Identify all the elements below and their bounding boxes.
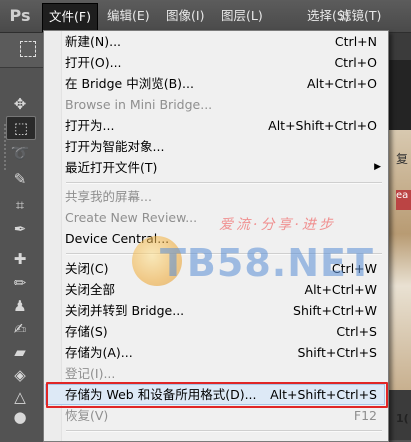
menu-item-label: 打开(O)... [65, 55, 122, 70]
menu-item-label: 打开为... [65, 118, 115, 133]
menu-item-share-my-screen[interactable]: 共享我的屏幕... [45, 186, 385, 207]
menu-item-revert[interactable]: 恢复(V) F12 [45, 405, 385, 426]
menu-item-shortcut: Ctrl+O [334, 55, 377, 70]
dodge-tool-icon[interactable]: ● [6, 406, 34, 428]
move-tool-icon[interactable]: ✥ [6, 93, 34, 115]
menu-item-shortcut: Shift+Ctrl+W [293, 303, 377, 318]
menu-item-save-as[interactable]: 存储为(A)... Shift+Ctrl+S [45, 342, 385, 363]
menu-item-label: 恢复(V) [65, 408, 109, 423]
menu-item-shortcut: Alt+Shift+Ctrl+O [268, 118, 377, 133]
watermark-slogan: 爱流·分享·进步 [219, 217, 336, 233]
clone-stamp-tool-icon[interactable]: ♟ [6, 295, 34, 317]
menu-item-label: 打开为智能对象... [65, 139, 165, 154]
menu-item-label: 在 Bridge 中浏览(B)... [65, 76, 194, 91]
menubar: Ps 文件(F) 编辑(E) 图像(I) 图层(L) 选择(S) 滤镜(T) [0, 0, 411, 33]
menu-item-open-recent[interactable]: 最近打开文件(T) ▶ [45, 157, 385, 178]
marquee-tool-icon[interactable]: ⬚ [6, 116, 36, 140]
menu-item-save[interactable]: 存储(S) Ctrl+S [45, 321, 385, 342]
menu-item-shortcut: F12 [353, 408, 377, 423]
brush-tool-icon[interactable]: ✏ [6, 272, 34, 294]
canvas-image-text: 复 [396, 152, 409, 166]
menu-item-shortcut: Shift+Ctrl+S [297, 345, 377, 360]
menu-layer[interactable]: 图层(L) [215, 4, 269, 28]
file-menu-dropdown: 新建(N)... Ctrl+N 打开(O)... Ctrl+O 在 Bridge… [43, 30, 389, 442]
menu-item-label: 关闭全部 [65, 282, 116, 297]
menu-item-open[interactable]: 打开(O)... Ctrl+O [45, 52, 385, 73]
menu-separator [66, 182, 382, 184]
menu-item-label: 存储为(A)... [65, 345, 133, 360]
menu-item-label: 关闭(C) [65, 261, 109, 276]
marquee-option-icon[interactable] [20, 41, 36, 57]
menu-item-browse-in-bridge[interactable]: 在 Bridge 中浏览(B)... Alt+Ctrl+O [45, 73, 385, 94]
menu-item-shortcut: Ctrl+S [336, 324, 377, 339]
menu-item-browse-mini-bridge[interactable]: Browse in Mini Bridge... [45, 94, 385, 115]
canvas-image-bottom-text: 1( [396, 412, 409, 425]
menu-item-label: 关闭并转到 Bridge... [65, 303, 185, 318]
menu-item-check-in[interactable]: 登记(I)... [45, 363, 385, 384]
healing-brush-tool-icon[interactable]: ✚ [6, 248, 34, 270]
blur-tool-icon[interactable]: △ [6, 386, 34, 408]
menu-item-label: 共享我的屏幕... [65, 189, 152, 204]
menu-edit[interactable]: 编辑(E) [101, 4, 156, 28]
eyedropper-tool-icon[interactable]: ✒ [6, 218, 34, 240]
menu-item-label: Create New Review... [65, 210, 198, 225]
menu-item-label: 存储为 Web 和设备所用格式(D)... [65, 387, 257, 402]
tools-panel: ✥ ⬚ ➰ ✎ ⌗ ✒ ✚ ✏ ♟ ✍ ▰ ◈ △ ● [0, 88, 40, 440]
menu-item-close-and-go-to-bridge[interactable]: 关闭并转到 Bridge... Shift+Ctrl+W [45, 300, 385, 321]
menu-filter[interactable]: 滤镜(T) [333, 4, 387, 28]
paint-bucket-tool-icon[interactable]: ◈ [6, 364, 34, 386]
menu-separator [66, 430, 382, 432]
menu-image[interactable]: 图像(I) [160, 4, 210, 28]
canvas-image-dark [388, 60, 411, 130]
history-brush-tool-icon[interactable]: ✍ [6, 318, 34, 340]
menu-item-label: 新建(N)... [65, 34, 122, 49]
crop-tool-icon[interactable]: ⌗ [6, 194, 34, 216]
watermark-site: TB58.NET [160, 241, 374, 285]
menu-item-save-for-web-and-devices[interactable]: 存储为 Web 和设备所用格式(D)... Alt+Shift+Ctrl+S [45, 384, 385, 405]
canvas-image [388, 130, 411, 390]
menu-item-new[interactable]: 新建(N)... Ctrl+N [45, 31, 385, 52]
menu-item-label: 登记(I)... [65, 366, 116, 381]
photoshop-logo: Ps [9, 6, 31, 25]
menu-item-label: 存储(S) [65, 324, 108, 339]
menu-item-open-as-smart-object[interactable]: 打开为智能对象... [45, 136, 385, 157]
menu-item-label: 最近打开文件(T) [65, 160, 158, 175]
submenu-arrow-icon: ▶ [374, 162, 381, 172]
menu-item-shortcut: Alt+Shift+Ctrl+S [270, 387, 377, 402]
lasso-tool-icon[interactable]: ➰ [6, 142, 34, 164]
canvas-image-red-label: ea [396, 190, 411, 210]
menu-file[interactable]: 文件(F) [42, 3, 98, 32]
menu-item-open-as[interactable]: 打开为... Alt+Shift+Ctrl+O [45, 115, 385, 136]
menu-item-label: Browse in Mini Bridge... [65, 97, 213, 112]
eraser-tool-icon[interactable]: ▰ [6, 341, 34, 363]
menu-item-shortcut: Ctrl+N [334, 34, 377, 49]
quick-select-tool-icon[interactable]: ✎ [6, 168, 34, 190]
menu-item-shortcut: Alt+Ctrl+O [307, 76, 377, 91]
